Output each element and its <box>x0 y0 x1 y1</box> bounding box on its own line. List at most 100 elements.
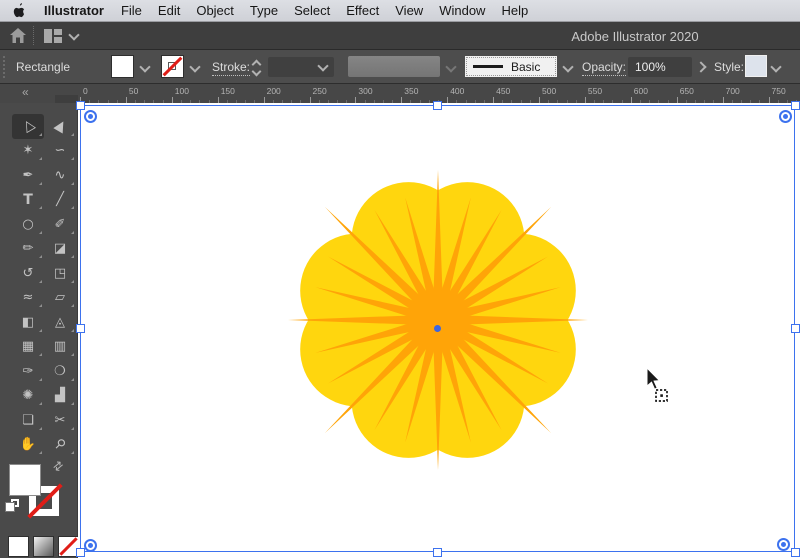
pen-tool[interactable]: ✒ <box>12 163 44 188</box>
width-profile-dropdown[interactable] <box>348 56 440 77</box>
free-transform-icon: ▱ <box>55 291 65 304</box>
stroke-label[interactable]: Stroke: <box>212 60 250 76</box>
paintbrush-tool[interactable]: ✐ <box>44 212 76 237</box>
type-tool[interactable]: T <box>12 188 44 213</box>
selection-handle-bottom-right[interactable] <box>791 548 800 557</box>
menu-item-help[interactable]: Help <box>501 3 528 18</box>
arrange-documents-icon[interactable] <box>44 29 62 43</box>
curvature-icon: ∿ <box>55 169 66 182</box>
ruler-tick-label: 150 <box>221 86 235 96</box>
selection-handle-mid-right[interactable] <box>791 324 800 333</box>
blend-tool[interactable]: ❍ <box>44 359 76 384</box>
menu-item-file[interactable]: File <box>121 3 142 18</box>
ellipse-tool[interactable]: ○ <box>12 212 44 237</box>
curvature-tool[interactable]: ∿ <box>44 163 76 188</box>
opacity-input[interactable]: 100% <box>628 57 692 77</box>
menu-item-type[interactable]: Type <box>250 3 278 18</box>
pencil-icon: ✏ <box>23 242 34 255</box>
brush-definition-chevron-icon[interactable] <box>562 61 573 72</box>
eyedropper-tool[interactable]: ✑ <box>12 359 44 384</box>
ruler-tick-label: 200 <box>267 86 281 96</box>
stroke-weight-stepper[interactable] <box>252 58 262 76</box>
corner-widget-bottom-left[interactable] <box>84 539 97 552</box>
blend-icon: ❍ <box>54 365 66 378</box>
zoom-tool[interactable]: ⚲ <box>44 433 76 458</box>
style-chevron-icon[interactable] <box>770 61 781 72</box>
corner-widget-top-right[interactable] <box>779 110 792 123</box>
gradient-tool[interactable]: ▥ <box>44 335 76 360</box>
ruler-tick-label: 600 <box>634 86 648 96</box>
color-mode-button[interactable] <box>9 537 28 556</box>
ruler-tick-label: 0 <box>83 86 88 96</box>
fill-color-swatch[interactable] <box>112 56 133 77</box>
opacity-arrow-icon[interactable] <box>695 61 706 72</box>
arrange-documents-chevron-icon[interactable] <box>68 29 79 40</box>
fill-proxy[interactable] <box>10 465 40 495</box>
stroke-weight-dropdown[interactable] <box>268 57 334 77</box>
selection-handle-bottom-left[interactable] <box>76 548 85 557</box>
corner-widget-top-left[interactable] <box>84 110 97 123</box>
apple-menu-icon[interactable] <box>13 3 26 18</box>
stepper-down-icon[interactable] <box>252 67 262 77</box>
default-fill-stroke-icon[interactable] <box>6 499 20 513</box>
home-icon[interactable] <box>9 27 27 49</box>
brush-name: Basic <box>511 60 540 74</box>
selection-handle-top-left[interactable] <box>76 101 85 110</box>
selection-type-label: Rectangle <box>16 60 70 74</box>
corner-widget-bottom-right[interactable] <box>777 538 790 551</box>
width-tool[interactable]: ≈ <box>12 286 44 311</box>
menu-item-illustrator[interactable]: Illustrator <box>44 3 104 18</box>
slice-tool[interactable]: ✂ <box>44 408 76 433</box>
menu-item-edit[interactable]: Edit <box>158 3 180 18</box>
shape-builder-icon: ◧ <box>22 316 34 329</box>
gradient-mode-button[interactable] <box>34 537 53 556</box>
fill-color-chevron-icon[interactable] <box>139 61 150 72</box>
perspective-grid-tool[interactable]: ◬ <box>44 310 76 335</box>
ruler-tick-label: 300 <box>358 86 372 96</box>
selection-handle-bottom-center[interactable] <box>433 548 442 557</box>
menu-item-view[interactable]: View <box>395 3 423 18</box>
ruler-tick-label: 100 <box>175 86 189 96</box>
hand-tool[interactable]: ✋ <box>12 433 44 458</box>
lasso-tool[interactable]: ∽ <box>44 139 76 164</box>
selection-handle-top-right[interactable] <box>791 101 800 110</box>
menu-item-select[interactable]: Select <box>294 3 330 18</box>
line-segment-tool[interactable]: ╱ <box>44 188 76 213</box>
selection-handle-top-center[interactable] <box>433 101 442 110</box>
eraser-tool[interactable]: ◪ <box>44 237 76 262</box>
brush-definition-dropdown[interactable]: Basic <box>465 56 557 77</box>
control-bar-grip[interactable] <box>3 56 5 78</box>
control-bar: Rectangle Stroke: Basic Opacity: 100% St… <box>0 50 800 84</box>
selection-handle-mid-left[interactable] <box>76 324 85 333</box>
hand-icon: ✋ <box>20 438 36 451</box>
menu-item-window[interactable]: Window <box>439 3 485 18</box>
magic-wand-tool[interactable]: ✶ <box>12 139 44 164</box>
stroke-color-chevron-icon[interactable] <box>189 61 200 72</box>
mesh-tool[interactable]: ▦ <box>12 335 44 360</box>
rotate-tool[interactable]: ↺ <box>12 261 44 286</box>
menu-item-object[interactable]: Object <box>196 3 234 18</box>
width-profile-chevron-icon[interactable] <box>445 61 456 72</box>
free-transform-tool[interactable]: ▱ <box>44 286 76 311</box>
eraser-icon: ◪ <box>54 242 66 255</box>
app-bar: Adobe Illustrator 2020 <box>0 22 800 50</box>
artboard-tool[interactable]: ❏ <box>12 408 44 433</box>
swap-fill-stroke-icon[interactable]: ⇄ <box>50 457 67 474</box>
symbol-sprayer-tool[interactable]: ✺ <box>12 384 44 409</box>
graph-tool[interactable]: ▟ <box>44 384 76 409</box>
shape-builder-tool[interactable]: ◧ <box>12 310 44 335</box>
scale-tool[interactable]: ◳ <box>44 261 76 286</box>
artboard-icon: ❏ <box>22 414 34 427</box>
pencil-tool[interactable]: ✏ <box>12 237 44 262</box>
style-swatch[interactable] <box>746 56 766 76</box>
direct-selection-tool[interactable]: ▶ <box>44 114 76 139</box>
toolbar-collapse-icon[interactable]: « <box>22 85 28 99</box>
scale-icon: ◳ <box>54 267 66 280</box>
ruler-tick-label: 350 <box>404 86 418 96</box>
menu-item-effect[interactable]: Effect <box>346 3 379 18</box>
perspective-grid-icon: ◬ <box>55 316 65 329</box>
opacity-label[interactable]: Opacity: <box>582 60 626 76</box>
selection-tool[interactable]: ▷ <box>12 114 44 139</box>
menu-bar: Illustrator File Edit Object Type Select Effec… <box>0 0 800 22</box>
stroke-color-swatch[interactable] <box>162 56 183 77</box>
